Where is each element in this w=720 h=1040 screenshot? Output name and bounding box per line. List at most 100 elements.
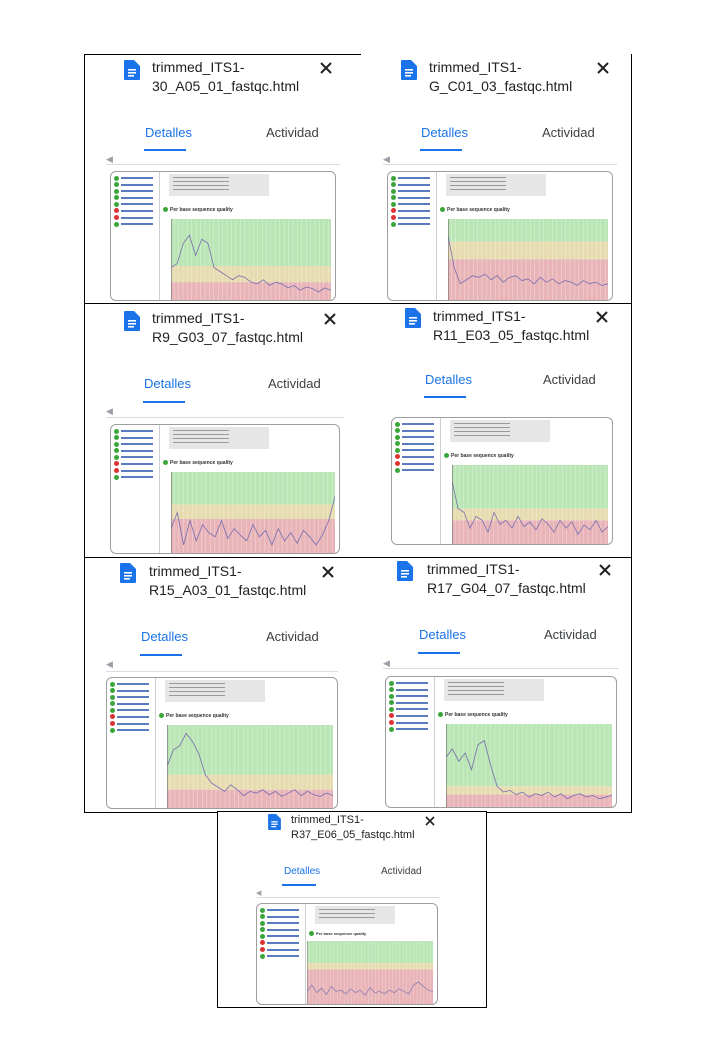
module-list-item[interactable] <box>260 953 304 959</box>
module-list-item[interactable] <box>114 448 158 454</box>
chevron-left-icon[interactable]: ◀ <box>106 659 113 670</box>
close-icon[interactable] <box>593 58 613 78</box>
module-list-item[interactable] <box>389 693 433 699</box>
module-list-item[interactable] <box>114 182 158 188</box>
module-list-item[interactable] <box>110 721 154 727</box>
module-list-item[interactable] <box>114 175 158 181</box>
close-icon[interactable] <box>592 307 612 327</box>
module-link-line <box>121 449 153 452</box>
module-list-item[interactable] <box>110 694 154 700</box>
close-icon[interactable] <box>316 58 336 78</box>
module-list-item[interactable] <box>114 428 158 434</box>
module-list-item[interactable] <box>395 421 439 427</box>
module-list-item[interactable] <box>260 933 304 939</box>
tab-activity[interactable]: Actividad <box>543 372 596 387</box>
module-list-item[interactable] <box>391 201 435 207</box>
tab-details[interactable]: Detalles <box>425 372 472 387</box>
report-preview[interactable]: Per base sequence quality <box>110 171 336 301</box>
chevron-left-icon[interactable]: ◀ <box>383 154 390 165</box>
report-preview[interactable]: Per base sequence quality <box>387 171 613 301</box>
module-list-item[interactable] <box>114 441 158 447</box>
module-list-item[interactable] <box>110 681 154 687</box>
module-list-item[interactable] <box>260 940 304 946</box>
module-list-item[interactable] <box>395 428 439 434</box>
tab-details[interactable]: Detalles <box>421 125 468 140</box>
chevron-left-icon[interactable]: ◀ <box>106 154 113 165</box>
check-circle-icon <box>391 195 396 201</box>
chevron-left-icon[interactable]: ◀ <box>106 406 113 417</box>
module-list-item[interactable] <box>395 441 439 447</box>
close-icon[interactable] <box>320 309 340 329</box>
module-list-item[interactable] <box>110 701 154 707</box>
chevron-left-icon[interactable]: ◀ <box>256 889 261 897</box>
module-list-item[interactable] <box>110 714 154 720</box>
module-list-item[interactable] <box>391 175 435 181</box>
module-list-item[interactable] <box>395 447 439 453</box>
module-list-item[interactable] <box>389 706 433 712</box>
module-list-item[interactable] <box>260 920 304 926</box>
module-list-item[interactable] <box>389 680 433 686</box>
module-list-item[interactable] <box>389 687 433 693</box>
quality-chart <box>167 725 333 808</box>
tab-activity[interactable]: Actividad <box>544 627 597 642</box>
tab-details[interactable]: Detalles <box>144 376 191 391</box>
check-circle-icon <box>110 688 115 694</box>
tab-details[interactable]: Detalles <box>145 125 192 140</box>
report-preview[interactable]: Per base sequence quality <box>256 903 438 1005</box>
module-list-item[interactable] <box>114 435 158 441</box>
panel-3: trimmed_ITS1- R9_G03_07_fastqc.html Detal… <box>84 305 360 555</box>
check-circle-icon <box>114 221 119 227</box>
module-list-item[interactable] <box>114 221 158 227</box>
module-list-item[interactable] <box>114 195 158 201</box>
check-circle-icon <box>110 707 115 713</box>
module-list-item[interactable] <box>391 221 435 227</box>
module-list-item[interactable] <box>391 188 435 194</box>
module-link-line <box>396 714 428 717</box>
tab-details[interactable]: Detalles <box>141 629 188 644</box>
module-list-item[interactable] <box>260 907 304 913</box>
module-list-item[interactable] <box>395 434 439 440</box>
module-list-item[interactable] <box>114 188 158 194</box>
cross-circle-icon <box>114 208 119 214</box>
tab-activity[interactable]: Actividad <box>266 629 319 644</box>
module-list-item[interactable] <box>114 474 158 480</box>
module-list-item[interactable] <box>391 208 435 214</box>
module-list-item[interactable] <box>395 467 439 473</box>
module-list-item[interactable] <box>395 461 439 467</box>
module-list-item[interactable] <box>395 454 439 460</box>
module-list-item[interactable] <box>114 454 158 460</box>
module-list-item[interactable] <box>260 914 304 920</box>
module-list-item[interactable] <box>110 727 154 733</box>
close-icon[interactable] <box>318 562 338 582</box>
nav-divider <box>155 678 156 808</box>
module-list-item[interactable] <box>260 927 304 933</box>
report-preview[interactable]: Per base sequence quality <box>385 676 617 808</box>
close-icon[interactable] <box>422 813 438 829</box>
module-list-item[interactable] <box>391 195 435 201</box>
module-list-item[interactable] <box>114 208 158 214</box>
module-list-item[interactable] <box>391 182 435 188</box>
report-preview[interactable]: Per base sequence quality <box>110 424 340 554</box>
module-list-item[interactable] <box>114 201 158 207</box>
module-list-item[interactable] <box>114 468 158 474</box>
module-list-item[interactable] <box>389 726 433 732</box>
module-list-item[interactable] <box>114 215 158 221</box>
module-list-item[interactable] <box>389 720 433 726</box>
module-list-item[interactable] <box>260 947 304 953</box>
tab-activity[interactable]: Actividad <box>268 376 321 391</box>
module-list-item[interactable] <box>110 688 154 694</box>
tab-details[interactable]: Detalles <box>419 627 466 642</box>
close-icon[interactable] <box>595 560 615 580</box>
tab-activity[interactable]: Actividad <box>542 125 595 140</box>
report-preview[interactable]: Per base sequence quality <box>391 417 613 545</box>
report-preview[interactable]: Per base sequence quality <box>106 677 338 809</box>
tab-activity[interactable]: Actividad <box>266 125 319 140</box>
tab-details[interactable]: Detalles <box>284 866 320 877</box>
module-list-item[interactable] <box>389 700 433 706</box>
chevron-left-icon[interactable]: ◀ <box>383 658 390 669</box>
tab-activity[interactable]: Actividad <box>381 866 422 877</box>
module-list-item[interactable] <box>391 215 435 221</box>
module-list-item[interactable] <box>114 461 158 467</box>
module-list-item[interactable] <box>110 707 154 713</box>
module-list-item[interactable] <box>389 713 433 719</box>
